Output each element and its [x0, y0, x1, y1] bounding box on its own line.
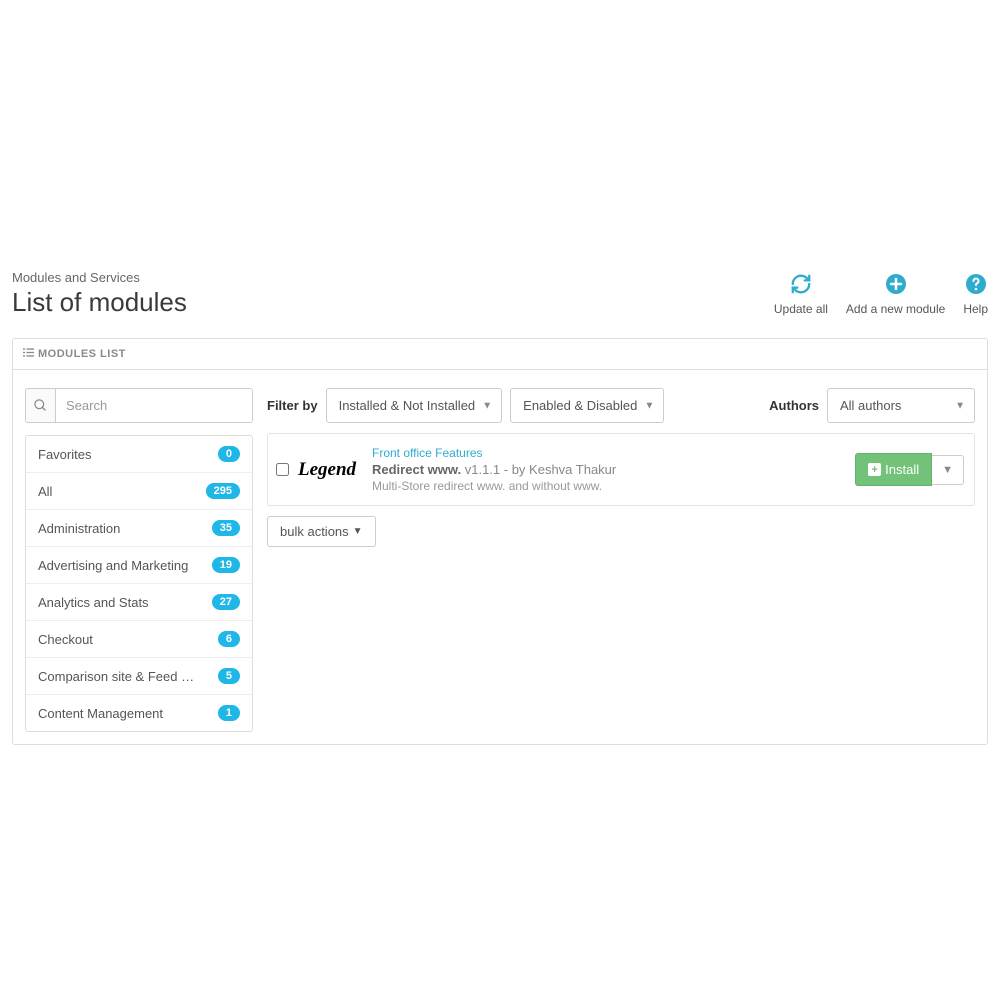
sidebar-item-checkout[interactable]: Checkout 6 [26, 621, 252, 658]
cat-label: Content Management [38, 706, 163, 721]
cat-label: Favorites [38, 447, 91, 462]
install-label: Install [885, 462, 919, 477]
cat-label: Checkout [38, 632, 93, 647]
help-icon [964, 272, 988, 296]
install-button[interactable]: + Install [855, 453, 932, 486]
sidebar-item-analytics[interactable]: Analytics and Stats 27 [26, 584, 252, 621]
title-block: Modules and Services List of modules [12, 270, 187, 318]
search-input[interactable] [56, 389, 252, 422]
row-checkbox-cell [268, 463, 292, 476]
modules-panel: MODULES LIST Favorites 0 All 295 Administr… [12, 338, 988, 745]
sidebar-item-content-mgmt[interactable]: Content Management 1 [26, 695, 252, 731]
add-module-label: Add a new module [846, 302, 945, 316]
list-icon [23, 347, 34, 361]
help-button[interactable]: Help [963, 272, 988, 316]
sidebar-item-all[interactable]: All 295 [26, 473, 252, 510]
cat-badge: 5 [218, 668, 240, 684]
module-category: Front office Features [372, 446, 845, 460]
installed-filter[interactable]: Installed & Not Installed ▼ [326, 388, 503, 423]
panel-title: MODULES LIST [38, 348, 126, 360]
logo-text: Legend [298, 459, 356, 481]
category-list: Favorites 0 All 295 Administration 35 Adver… [25, 435, 253, 732]
refresh-icon [789, 272, 813, 296]
module-actions: + Install ▼ [855, 453, 974, 486]
cat-label: Advertising and Marketing [38, 558, 188, 573]
cat-badge: 6 [218, 631, 240, 647]
chevron-down-icon: ▼ [353, 526, 363, 537]
header-actions: Update all Add a new module Help [774, 272, 988, 316]
module-info: Front office Features Redirect www. v1.1… [362, 434, 855, 505]
cat-badge: 295 [206, 483, 240, 499]
update-all-label: Update all [774, 302, 828, 316]
cat-badge: 19 [212, 557, 240, 573]
enabled-filter[interactable]: Enabled & Disabled ▼ [510, 388, 664, 423]
module-row: Legend Front office Features Redirect ww… [267, 433, 975, 506]
module-logo: Legend [292, 449, 362, 491]
main-content: Filter by Installed & Not Installed ▼ Ena… [267, 388, 975, 732]
installed-filter-value: Installed & Not Installed [339, 398, 476, 413]
cat-badge: 1 [218, 705, 240, 721]
authors-filter-value: All authors [840, 398, 901, 413]
enabled-filter-value: Enabled & Disabled [523, 398, 637, 413]
help-label: Help [963, 302, 988, 316]
authors-filter[interactable]: All authors ▼ [827, 388, 975, 423]
chevron-down-icon: ▼ [482, 400, 492, 411]
page-header: Modules and Services List of modules Upd… [0, 270, 1000, 338]
sidebar: Favorites 0 All 295 Administration 35 Adver… [25, 388, 253, 732]
chevron-down-icon: ▼ [644, 400, 654, 411]
page-title: List of modules [12, 287, 187, 318]
sidebar-item-administration[interactable]: Administration 35 [26, 510, 252, 547]
module-name: Redirect www. [372, 462, 461, 477]
cat-label: Comparison site & Feed manage... [38, 669, 198, 684]
row-checkbox[interactable] [276, 463, 289, 476]
cat-label: Analytics and Stats [38, 595, 149, 610]
install-dropdown[interactable]: ▼ [932, 455, 964, 485]
breadcrumb: Modules and Services [12, 270, 187, 285]
panel-title-bar: MODULES LIST [13, 339, 987, 370]
plus-circle-icon [884, 272, 908, 296]
module-description: Multi-Store redirect www. and without ww… [372, 479, 845, 493]
filter-bar: Filter by Installed & Not Installed ▼ Ena… [267, 388, 975, 423]
cat-label: All [38, 484, 52, 499]
search-group [25, 388, 253, 423]
update-all-button[interactable]: Update all [774, 272, 828, 316]
authors-label: Authors [769, 398, 819, 413]
cat-label: Administration [38, 521, 120, 536]
module-name-line: Redirect www. v1.1.1 - by Keshva Thakur [372, 462, 845, 477]
cat-badge: 27 [212, 594, 240, 610]
sidebar-item-advertising[interactable]: Advertising and Marketing 19 [26, 547, 252, 584]
add-module-button[interactable]: Add a new module [846, 272, 945, 316]
chevron-down-icon: ▼ [942, 464, 953, 476]
sidebar-item-comparison[interactable]: Comparison site & Feed manage... 5 [26, 658, 252, 695]
cat-badge: 0 [218, 446, 240, 462]
plus-icon: + [868, 463, 881, 476]
bulk-label: bulk actions [280, 524, 349, 539]
chevron-down-icon: ▼ [955, 400, 965, 411]
search-icon[interactable] [26, 389, 56, 422]
sidebar-item-favorites[interactable]: Favorites 0 [26, 436, 252, 473]
bulk-actions-button[interactable]: bulk actions ▼ [267, 516, 376, 547]
cat-badge: 35 [212, 520, 240, 536]
module-version: v1.1.1 - by Keshva Thakur [465, 462, 617, 477]
filter-by-label: Filter by [267, 398, 318, 413]
